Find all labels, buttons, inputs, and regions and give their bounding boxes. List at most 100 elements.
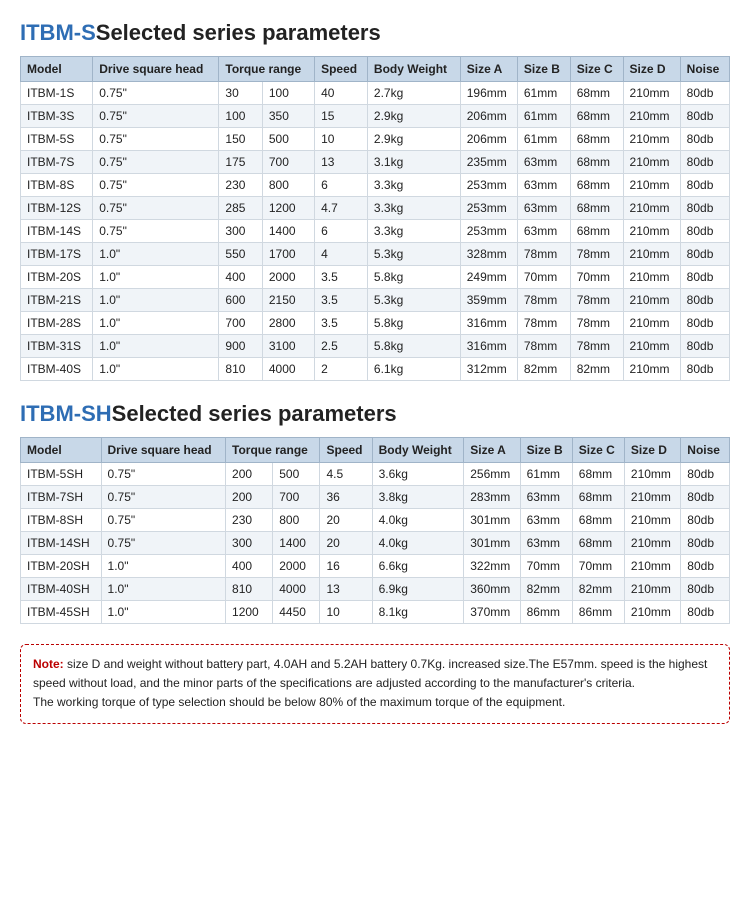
table-cell: 210mm: [623, 358, 680, 381]
table-row: ITBM-1S0.75"30100402.7kg196mm61mm68mm210…: [21, 82, 730, 105]
col-size-d: Size D: [624, 438, 680, 463]
table-cell: 80db: [680, 220, 729, 243]
table-cell: 0.75": [93, 151, 219, 174]
table-cell: ITBM-5SH: [21, 463, 102, 486]
table-cell: 810: [226, 578, 273, 601]
section2-title: ITBM-SHSelected series parameters: [20, 401, 730, 427]
table-cell: 63mm: [520, 509, 572, 532]
table-cell: 301mm: [464, 509, 520, 532]
table-cell: 20: [320, 509, 372, 532]
table-cell: 400: [219, 266, 262, 289]
table-cell: 80db: [680, 82, 729, 105]
table-cell: 0.75": [93, 105, 219, 128]
table-cell: ITBM-17S: [21, 243, 93, 266]
table-cell: 312mm: [460, 358, 517, 381]
table-cell: 1700: [262, 243, 314, 266]
col-size-a: Size A: [460, 57, 517, 82]
table-cell: 80db: [681, 532, 730, 555]
table-cell: 80db: [680, 243, 729, 266]
table-row: ITBM-28S1.0"70028003.55.8kg316mm78mm78mm…: [21, 312, 730, 335]
table-row: ITBM-12S0.75"28512004.73.3kg253mm63mm68m…: [21, 197, 730, 220]
table-cell: 256mm: [464, 463, 520, 486]
table-cell: 0.75": [101, 532, 226, 555]
table-cell: 253mm: [460, 174, 517, 197]
table-cell: 210mm: [623, 174, 680, 197]
table-cell: 100: [262, 82, 314, 105]
table-row: ITBM-7SH0.75"200700363.8kg283mm63mm68mm2…: [21, 486, 730, 509]
table-cell: 4000: [262, 358, 314, 381]
table-cell: 210mm: [623, 151, 680, 174]
table-cell: 210mm: [624, 532, 680, 555]
table-cell: 78mm: [570, 312, 623, 335]
table-cell: 15: [315, 105, 368, 128]
table-cell: 10: [320, 601, 372, 624]
note-label: Note:: [33, 657, 64, 671]
table-cell: 3100: [262, 335, 314, 358]
table-cell: 3.1kg: [367, 151, 460, 174]
table-cell: 36: [320, 486, 372, 509]
table-cell: 1400: [273, 532, 320, 555]
col-speed: Speed: [320, 438, 372, 463]
table-cell: ITBM-31S: [21, 335, 93, 358]
table-cell: 6.6kg: [372, 555, 464, 578]
table-cell: ITBM-12S: [21, 197, 93, 220]
table-cell: 370mm: [464, 601, 520, 624]
table-cell: 61mm: [517, 105, 570, 128]
table-cell: 68mm: [572, 509, 624, 532]
table-cell: 3.3kg: [367, 197, 460, 220]
table-cell: 200: [226, 486, 273, 509]
table-cell: 0.75": [101, 463, 226, 486]
table-cell: 100: [219, 105, 262, 128]
table-cell: 6.9kg: [372, 578, 464, 601]
table-cell: 1.0": [93, 312, 219, 335]
table-cell: 80db: [680, 197, 729, 220]
col-size-b: Size B: [520, 438, 572, 463]
table-cell: ITBM-21S: [21, 289, 93, 312]
table-row: ITBM-14S0.75"300140063.3kg253mm63mm68mm2…: [21, 220, 730, 243]
table-cell: 78mm: [517, 243, 570, 266]
table-cell: 80db: [680, 335, 729, 358]
table-row: ITBM-5S0.75"150500102.9kg206mm61mm68mm21…: [21, 128, 730, 151]
table-cell: 3.6kg: [372, 463, 464, 486]
section1: ITBM-SSelected series parameters Model D…: [20, 20, 730, 381]
table-cell: 2.7kg: [367, 82, 460, 105]
table-cell: 3.3kg: [367, 220, 460, 243]
table-cell: ITBM-20S: [21, 266, 93, 289]
table-cell: ITBM-1S: [21, 82, 93, 105]
table-cell: 210mm: [623, 289, 680, 312]
table-row: ITBM-8SH0.75"230800204.0kg301mm63mm68mm2…: [21, 509, 730, 532]
table-cell: 68mm: [572, 463, 624, 486]
table-cell: 5.8kg: [367, 312, 460, 335]
table-row: ITBM-31S1.0"90031002.55.8kg316mm78mm78mm…: [21, 335, 730, 358]
table-cell: 68mm: [570, 128, 623, 151]
table-cell: 600: [219, 289, 262, 312]
table-cell: 210mm: [623, 335, 680, 358]
table-row: ITBM-40S1.0"810400026.1kg312mm82mm82mm21…: [21, 358, 730, 381]
table-cell: ITBM-40S: [21, 358, 93, 381]
table-cell: 1.0": [101, 601, 226, 624]
table-cell: 210mm: [623, 105, 680, 128]
table-cell: ITBM-3S: [21, 105, 93, 128]
table-cell: 206mm: [460, 128, 517, 151]
table-cell: 2000: [273, 555, 320, 578]
col-body-weight: Body Weight: [372, 438, 464, 463]
table-cell: 61mm: [517, 82, 570, 105]
table-cell: 3.5: [315, 266, 368, 289]
table-cell: 300: [219, 220, 262, 243]
table-cell: 4.5: [320, 463, 372, 486]
col-noise: Noise: [681, 438, 730, 463]
table-cell: 1.0": [93, 266, 219, 289]
table-cell: 80db: [680, 358, 729, 381]
col-torque-range: Torque range: [219, 57, 315, 82]
table-cell: 0.75": [93, 197, 219, 220]
table-cell: 900: [219, 335, 262, 358]
table-cell: 68mm: [570, 220, 623, 243]
table-cell: 1400: [262, 220, 314, 243]
table-cell: 78mm: [570, 243, 623, 266]
table-row: ITBM-21S1.0"60021503.55.3kg359mm78mm78mm…: [21, 289, 730, 312]
table-cell: 70mm: [517, 266, 570, 289]
table-cell: 80db: [680, 174, 729, 197]
table-cell: 80db: [680, 151, 729, 174]
table-cell: 283mm: [464, 486, 520, 509]
table-cell: 40: [315, 82, 368, 105]
